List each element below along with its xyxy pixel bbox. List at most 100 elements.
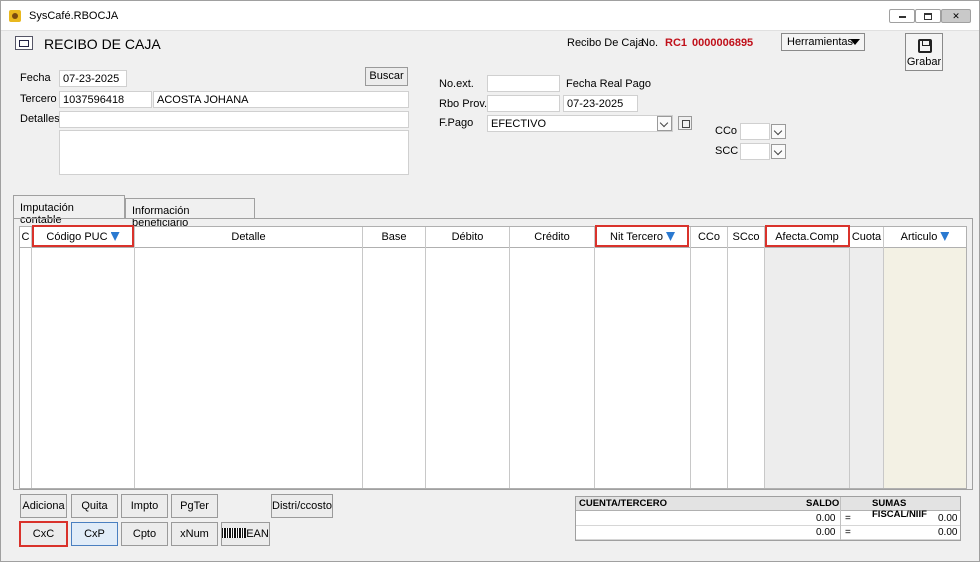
noext-field[interactable]: [487, 75, 560, 92]
column-header[interactable]: CCo: [691, 227, 727, 248]
column-header[interactable]: Base: [363, 227, 425, 248]
title-bar: SysCafé.RBOCJA ✕: [1, 1, 979, 31]
totals-saldo: 0.00: [816, 527, 836, 538]
totals-header: CUENTA/TERCERO SALDO SUMAS FISCAL/NIIF: [576, 497, 960, 520]
fpago-dropdown-icon[interactable]: [657, 116, 672, 131]
totals-row: 0.00 = 0.00: [576, 512, 960, 526]
sort-icon[interactable]: [110, 232, 120, 241]
sort-icon[interactable]: [665, 232, 675, 241]
rbo-prov-label: Rbo Prov.: [439, 98, 488, 110]
fecha-real-label: Fecha Real Pago: [566, 78, 651, 90]
tab-informacion-beneficiario[interactable]: Información beneficiario: [125, 198, 255, 229]
col-base: Base: [363, 227, 426, 488]
column-header[interactable]: Afecta.Comp: [765, 227, 849, 248]
document-icon: [15, 36, 33, 50]
fpago-select[interactable]: EFECTIVO: [487, 115, 673, 132]
tools-menu-label: Herramientas: [787, 36, 854, 48]
fpago-extra-button[interactable]: [678, 116, 692, 130]
detalles-label: Detalles: [20, 113, 60, 125]
col-debito: Débito: [426, 227, 510, 488]
receipt-number: 0000006895: [692, 37, 754, 49]
impto-button[interactable]: Impto: [121, 494, 168, 518]
dropdown-arrow-icon: [850, 39, 860, 45]
column-header-label: Articulo: [900, 231, 938, 243]
close-button[interactable]: ✕: [941, 9, 971, 23]
column-header[interactable]: Crédito: [510, 227, 594, 248]
receipt-code: RC1: [665, 37, 688, 49]
save-button-label: Grabar: [906, 56, 942, 68]
minimize-icon: [898, 15, 906, 18]
detalles-field[interactable]: [59, 111, 409, 128]
accounting-grid[interactable]: C Código PUC Detalle Base Débito Crédito…: [19, 226, 967, 489]
receipt-no-label: No.: [641, 37, 659, 49]
column-header-nit-tercero[interactable]: Nit Tercero: [595, 227, 690, 248]
app-window: SysCafé.RBOCJA ✕ RECIBO DE CAJA Recibo D…: [0, 0, 980, 562]
maximize-button[interactable]: [915, 9, 941, 23]
column-header[interactable]: SCco: [728, 227, 764, 248]
quita-button[interactable]: Quita: [71, 494, 118, 518]
col-credito: Crédito: [510, 227, 595, 488]
save-button[interactable]: Grabar: [905, 33, 943, 71]
col-codigo-puc: Código PUC: [32, 227, 135, 488]
barcode-icon: [222, 528, 247, 538]
fecha-label: Fecha: [20, 72, 51, 84]
sort-icon[interactable]: [940, 232, 950, 241]
fpago-label: F.Pago: [439, 117, 474, 129]
col-nit-tercero: Nit Tercero: [595, 227, 691, 488]
pgter-button[interactable]: PgTer: [171, 494, 218, 518]
column-header-codigo-puc[interactable]: Código PUC: [32, 227, 134, 248]
window-title: SysCafé.RBOCJA: [29, 10, 119, 22]
scc-dropdown-icon[interactable]: [771, 144, 786, 159]
col-detalle: Detalle: [135, 227, 363, 488]
col-scco: SCco: [728, 227, 765, 488]
totals-col-balance: SALDO: [806, 498, 840, 509]
adiciona-button[interactable]: Adiciona: [20, 494, 67, 518]
col-articulo: Articulo: [884, 227, 966, 488]
column-header[interactable]: C: [20, 227, 31, 248]
column-header-label: Código PUC: [46, 231, 108, 243]
column-header[interactable]: Cuota: [850, 227, 883, 248]
totals-suma: 0.00: [938, 527, 958, 538]
scc-label: SCC: [715, 145, 739, 157]
totals-saldo: 0.00: [816, 513, 836, 524]
receipt-label: Recibo De Caja: [567, 37, 645, 49]
close-icon: ✕: [952, 11, 960, 21]
ean-button[interactable]: EAN: [221, 522, 270, 546]
tercero-id-field[interactable]: 1037596418: [59, 91, 152, 108]
totals-panel: CUENTA/TERCERO SALDO SUMAS FISCAL/NIIF 0…: [575, 496, 961, 541]
column-header[interactable]: Débito: [426, 227, 509, 248]
noext-label: No.ext.: [439, 78, 474, 90]
rbo-prov-field[interactable]: [487, 95, 560, 112]
xnum-button[interactable]: xNum: [171, 522, 218, 546]
col-afecta-comp: Afecta.Comp: [765, 227, 850, 488]
fecha-real-field[interactable]: 07-23-2025: [563, 95, 638, 112]
col-cuota: Cuota: [850, 227, 884, 488]
totals-row: 0.00 = 0.00: [576, 526, 960, 540]
app-logo-icon: [9, 10, 21, 22]
column-header-articulo[interactable]: Articulo: [884, 227, 966, 248]
totals-equals: =: [845, 513, 851, 524]
cco-select[interactable]: [740, 123, 770, 140]
fecha-field[interactable]: 07-23-2025: [59, 70, 127, 87]
cco-dropdown-icon[interactable]: [771, 124, 786, 139]
buscar-button[interactable]: Buscar: [365, 67, 408, 86]
cpto-button[interactable]: Cpto: [121, 522, 168, 546]
totals-col-account: CUENTA/TERCERO: [579, 498, 667, 509]
cxp-button[interactable]: CxP: [71, 522, 118, 546]
scc-select[interactable]: [740, 143, 770, 160]
col-cco: CCo: [691, 227, 728, 488]
cco-label: CCo: [715, 125, 738, 137]
minimize-button[interactable]: [889, 9, 915, 23]
column-header[interactable]: Detalle: [135, 227, 362, 248]
column-header-label: Nit Tercero: [610, 231, 663, 243]
tools-menu-button[interactable]: Herramientas: [781, 33, 865, 51]
detalles-textarea[interactable]: [59, 130, 409, 175]
page-title: RECIBO DE CAJA: [44, 36, 161, 52]
ean-button-label: EAN: [246, 528, 269, 540]
cxc-button[interactable]: CxC: [20, 522, 67, 546]
tab-imputacion-contable[interactable]: Imputación contable: [13, 195, 125, 226]
col-c: C: [20, 227, 32, 488]
maximize-icon: [924, 13, 932, 21]
distri-ccosto-button[interactable]: Distri/ccosto: [271, 494, 333, 518]
tercero-name-field[interactable]: ACOSTA JOHANA: [153, 91, 409, 108]
